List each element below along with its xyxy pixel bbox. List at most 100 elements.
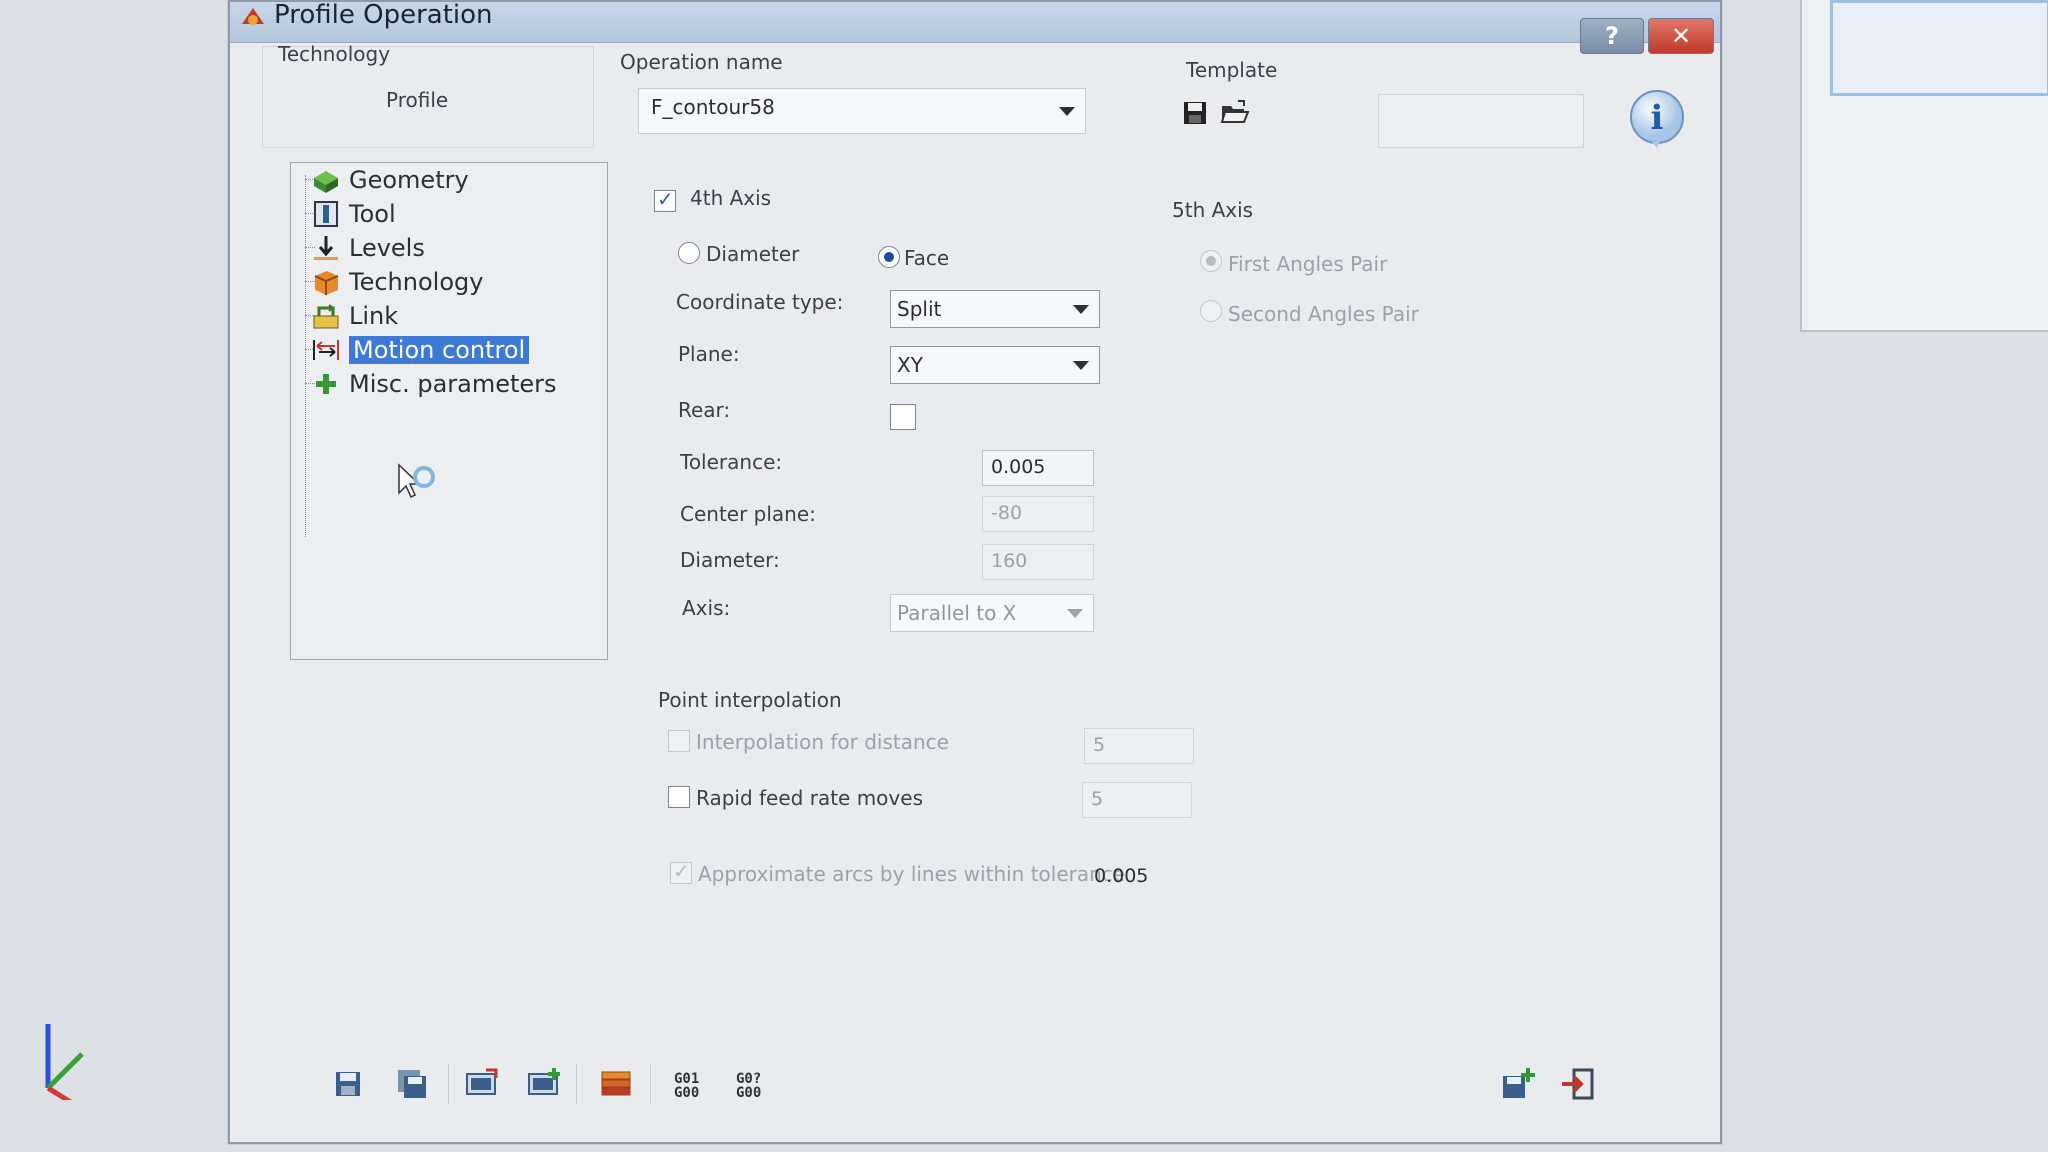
misc-parameters-icon <box>316 374 336 394</box>
approximate-arcs-value: 0.005 <box>1094 865 1149 887</box>
tree-item-technology[interactable]: Technology <box>311 265 483 299</box>
fourth-axis-label: 4th Axis <box>690 186 772 210</box>
second-angles-pair-radio[interactable] <box>1200 300 1222 322</box>
save-icon[interactable] <box>330 1066 366 1102</box>
chevron-down-icon[interactable] <box>1073 361 1089 370</box>
save-all-icon[interactable] <box>394 1066 430 1102</box>
diameter-radio[interactable] <box>678 242 700 264</box>
template-field[interactable] <box>1378 94 1584 148</box>
chevron-down-icon[interactable] <box>1067 609 1083 618</box>
chevron-down-icon[interactable] <box>1059 107 1075 116</box>
face-radio[interactable] <box>878 246 900 268</box>
help-button[interactable]: ? <box>1580 18 1644 54</box>
toolbar-separator <box>576 1064 577 1104</box>
operation-name-label: Operation name <box>620 50 783 74</box>
approximate-arcs-label: Approximate arcs by lines within toleran… <box>698 862 1126 886</box>
template-label: Template <box>1186 58 1278 82</box>
coordinate-type-label: Coordinate type: <box>676 290 844 314</box>
tree-item-label: Misc. parameters <box>349 370 557 398</box>
navigation-tree[interactable]: Geometry Tool Levels Technology Link Mot… <box>290 162 608 660</box>
approximate-arcs-input[interactable]: 0.005 <box>1086 860 1192 894</box>
interpolation-distance-value: 5 <box>1093 734 1106 756</box>
save-and-add-icon[interactable] <box>1500 1066 1536 1102</box>
tree-connector <box>305 175 306 537</box>
first-angles-pair-label: First Angles Pair <box>1228 252 1388 276</box>
close-button[interactable]: ✕ <box>1648 18 1714 54</box>
title-bar[interactable]: Profile Operation ? ✕ <box>230 0 1720 54</box>
tool-icon <box>314 201 338 227</box>
link-icon <box>313 304 339 329</box>
diameter-value: 160 <box>991 550 1028 572</box>
coordinate-type-select[interactable]: Split <box>890 290 1100 328</box>
rapid-feed-label: Rapid feed rate moves <box>696 786 923 810</box>
stock-icon[interactable] <box>598 1066 634 1102</box>
technology-label: Technology <box>278 42 391 66</box>
coordinate-type-value: Split <box>897 297 942 321</box>
toolbar-separator <box>650 1064 651 1104</box>
rear-label: Rear: <box>678 398 731 422</box>
tree-item-label: Tool <box>349 200 396 228</box>
geometry-icon <box>314 171 338 193</box>
profile-operation-dialog: Profile Operation ? ✕ Technology Profile… <box>228 0 1722 1144</box>
interpolation-distance-checkbox[interactable] <box>668 730 690 752</box>
approximate-arcs-checkbox[interactable] <box>670 859 692 884</box>
tree-item-link[interactable]: Link <box>311 299 398 333</box>
chevron-down-icon[interactable] <box>1073 305 1089 314</box>
rapid-feed-checkbox[interactable] <box>668 786 690 808</box>
gcode-line: G00 <box>736 1085 762 1101</box>
point-interpolation-label: Point interpolation <box>658 688 842 712</box>
tree-item-label: Geometry <box>349 166 469 194</box>
diameter-radio-label: Diameter <box>706 242 800 266</box>
tree-item-misc-parameters[interactable]: Misc. parameters <box>311 367 557 401</box>
tree-item-tool[interactable]: Tool <box>311 197 396 231</box>
calculate-icon[interactable] <box>464 1066 500 1102</box>
fifth-axis-label: 5th Axis <box>1172 198 1254 222</box>
rapid-feed-value: 5 <box>1091 788 1104 810</box>
background-window-header <box>1830 0 2048 96</box>
gcode-button-1[interactable]: G01 G00 <box>674 1072 699 1100</box>
calculate-save-icon[interactable] <box>526 1066 562 1102</box>
tolerance-label: Tolerance: <box>680 450 783 474</box>
open-folder-icon[interactable] <box>1220 98 1250 126</box>
save-icon[interactable] <box>1182 100 1208 126</box>
first-angles-pair-radio[interactable] <box>1200 250 1222 272</box>
window-title: Profile Operation <box>274 0 493 30</box>
axis-value: Parallel to X <box>897 601 1017 625</box>
rear-checkbox[interactable] <box>890 404 916 430</box>
busy-cursor-icon <box>398 463 435 499</box>
center-plane-label: Center plane: <box>680 502 816 526</box>
plane-label: Plane: <box>678 342 740 366</box>
gcode-line: G0? <box>736 1071 762 1087</box>
tolerance-value: 0.005 <box>991 456 1046 478</box>
gcode-line: G01 <box>674 1071 700 1087</box>
diameter-label: Diameter: <box>680 548 780 572</box>
interpolation-distance-label: Interpolation for distance <box>696 730 949 754</box>
exit-icon[interactable] <box>1560 1066 1596 1102</box>
toolbar-separator <box>448 1064 449 1104</box>
tree-item-geometry[interactable]: Geometry <box>311 163 469 197</box>
tree-item-label: Motion control <box>349 336 530 364</box>
gcode-button-2[interactable]: G0? G00 <box>736 1072 761 1100</box>
plane-value: XY <box>897 353 923 377</box>
tolerance-input[interactable]: 0.005 <box>982 450 1094 486</box>
interpolation-distance-input[interactable]: 5 <box>1084 728 1194 764</box>
tree-item-levels[interactable]: Levels <box>311 231 425 265</box>
technology-icon <box>314 271 339 295</box>
tree-item-label: Technology <box>349 268 484 296</box>
fourth-axis-checkbox[interactable] <box>654 187 676 212</box>
info-glyph: i <box>1651 98 1664 138</box>
rapid-feed-input[interactable]: 5 <box>1082 782 1192 818</box>
plane-select[interactable]: XY <box>890 346 1100 384</box>
axis-label: Axis: <box>682 596 731 620</box>
info-icon[interactable]: i <box>1626 88 1688 150</box>
axis-select[interactable]: Parallel to X <box>890 594 1094 632</box>
app-icon <box>242 8 264 25</box>
motion-control-icon <box>313 340 339 360</box>
operation-name-combo[interactable]: F_contour58 <box>638 88 1086 134</box>
technology-value: Profile <box>386 88 449 112</box>
diameter-input[interactable]: 160 <box>982 544 1094 580</box>
gcode-line: G00 <box>674 1085 700 1101</box>
center-plane-input[interactable]: -80 <box>982 496 1094 532</box>
tree-item-motion-control[interactable]: Motion control <box>311 333 530 367</box>
levels-icon <box>314 236 338 260</box>
